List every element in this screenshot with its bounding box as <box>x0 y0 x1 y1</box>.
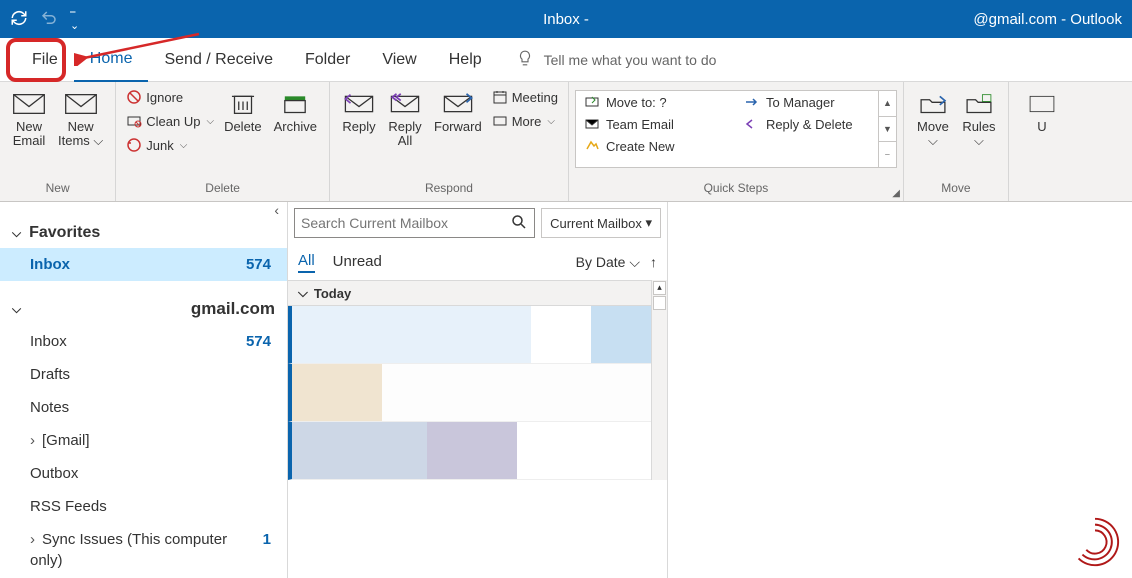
ribbon-group-quicksteps: Move to: ? To Manager Team Email Reply &… <box>569 82 904 201</box>
forward-button[interactable]: Forward <box>428 86 488 138</box>
tell-me[interactable]: Tell me what you want to do <box>516 49 717 70</box>
reply-all-button[interactable]: Reply All <box>382 86 428 153</box>
message-item[interactable] <box>288 364 651 422</box>
ignore-button[interactable]: Ignore <box>126 86 214 108</box>
navigation-pane: ‹ Favorites Inbox 574 gmail.com Inbox574… <box>0 202 288 578</box>
nav-item[interactable]: Drafts <box>0 358 287 391</box>
delete-button[interactable]: Delete <box>218 86 268 138</box>
tab-view[interactable]: View <box>366 38 432 82</box>
quicksteps-dialog-launcher[interactable]: ◢ <box>892 188 900 199</box>
qs-replydelete[interactable]: Reply & Delete <box>736 113 896 135</box>
tell-me-label: Tell me what you want to do <box>544 52 717 68</box>
search-input[interactable] <box>301 215 510 231</box>
qat-customize-icon[interactable]: ⎯⌄ <box>70 6 79 32</box>
new-items-button[interactable]: New Items ⌵ <box>52 86 109 153</box>
tab-home[interactable]: Home <box>74 38 149 82</box>
filter-all[interactable]: All <box>298 252 315 273</box>
truncated-button[interactable]: U <box>1019 86 1065 138</box>
sort-direction-icon[interactable]: ↑ <box>650 254 657 270</box>
group-label-quicksteps: Quick Steps <box>575 181 897 199</box>
nav-item[interactable]: Outbox <box>0 457 287 490</box>
nav-item[interactable]: Notes <box>0 391 287 424</box>
lightbulb-icon <box>516 49 534 70</box>
group-label-new: New <box>6 181 109 199</box>
group-label-move: Move <box>910 181 1002 199</box>
message-list-pane: Current Mailbox ▾ All Unread By Date ⌵ ↑… <box>288 202 668 578</box>
account-header[interactable]: gmail.com <box>0 293 287 325</box>
nav-item[interactable]: [Gmail] <box>0 424 287 457</box>
qs-createnew[interactable]: Create New <box>576 135 736 157</box>
cleanup-button[interactable]: Clean Up <box>126 110 214 132</box>
qs-expand[interactable]: ⎯ <box>879 142 896 167</box>
rules-button[interactable]: Rules⌵ <box>956 86 1002 153</box>
new-email-label: New Email <box>13 120 46 149</box>
qs-scroll-up[interactable]: ▲ <box>879 91 896 117</box>
ribbon-group-truncated: U <box>1009 82 1071 201</box>
main-area: ‹ Favorites Inbox 574 gmail.com Inbox574… <box>0 202 1132 578</box>
nav-item[interactable]: Sync Issues (This computer only)1 <box>0 523 287 577</box>
watermark-logo <box>1066 513 1124 574</box>
qs-moveto[interactable]: Move to: ? <box>576 91 736 113</box>
search-box[interactable] <box>294 208 535 238</box>
search-scope-dropdown[interactable]: Current Mailbox ▾ <box>541 208 661 238</box>
favorites-header[interactable]: Favorites <box>0 218 287 248</box>
message-item[interactable] <box>288 422 651 480</box>
ribbon: New Email New Items ⌵ New Ignore Clean U… <box>0 82 1132 202</box>
window-title: Inbox - <box>543 11 589 28</box>
title-bar: ⎯⌄ Inbox - @gmail.com - Outlook <box>0 0 1132 38</box>
reply-button[interactable]: Reply <box>336 86 382 138</box>
new-email-button[interactable]: New Email <box>6 86 52 153</box>
ribbon-group-new: New Email New Items ⌵ New <box>0 82 116 201</box>
qs-scroll-down[interactable]: ▼ <box>879 117 896 143</box>
group-label-delete: Delete <box>122 181 323 199</box>
nav-item[interactable]: RSS Feeds <box>0 490 287 523</box>
tab-file[interactable]: File <box>16 38 74 82</box>
window-subtitle: @gmail.com - Outlook <box>973 11 1122 28</box>
quick-steps-gallery: Move to: ? To Manager Team Email Reply &… <box>575 90 897 168</box>
archive-button[interactable]: Archive <box>268 86 323 138</box>
quick-access-toolbar: ⎯⌄ <box>10 6 79 32</box>
collapse-nav-icon[interactable]: ‹ <box>0 202 287 218</box>
ribbon-group-respond: Reply Reply All Forward Meeting More Res… <box>330 82 569 201</box>
group-header-today[interactable]: ⌵Today <box>288 280 651 306</box>
ribbon-group-move: Move⌵ Rules⌵ Move <box>904 82 1009 201</box>
group-label-respond: Respond <box>336 181 562 199</box>
more-respond-button[interactable]: More <box>492 110 558 132</box>
tab-send-receive[interactable]: Send / Receive <box>148 38 289 82</box>
qs-teamemail[interactable]: Team Email <box>576 113 736 135</box>
tab-help[interactable]: Help <box>433 38 498 82</box>
qs-tomanager[interactable]: To Manager <box>736 91 896 113</box>
ribbon-group-delete: Ignore Clean Up Junk Delete Archive Dele… <box>116 82 330 201</box>
move-button[interactable]: Move⌵ <box>910 86 956 153</box>
message-item[interactable] <box>288 306 651 364</box>
reading-pane <box>668 202 1132 578</box>
tab-folder[interactable]: Folder <box>289 38 366 82</box>
new-items-label: New Items ⌵ <box>58 120 103 149</box>
sort-by-date[interactable]: By Date ⌵ <box>576 254 640 271</box>
search-icon[interactable] <box>510 213 528 234</box>
sync-icon[interactable] <box>10 9 28 30</box>
message-list-scrollbar[interactable]: ▴ <box>651 280 667 480</box>
filter-unread[interactable]: Unread <box>333 253 382 272</box>
ribbon-tabs: File Home Send / Receive Folder View Hel… <box>0 38 1132 82</box>
meeting-button[interactable]: Meeting <box>492 86 558 108</box>
undo-icon[interactable] <box>40 9 58 30</box>
nav-favorite-inbox[interactable]: Inbox 574 <box>0 248 287 281</box>
nav-item[interactable]: Inbox574 <box>0 325 287 358</box>
junk-button[interactable]: Junk <box>126 134 214 156</box>
